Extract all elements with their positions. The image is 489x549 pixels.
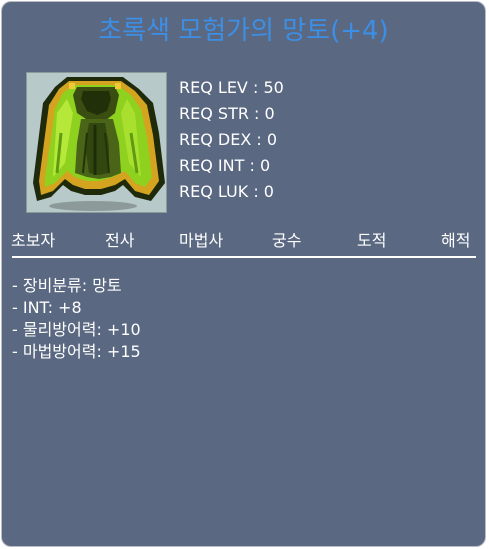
job-warrior: 전사 (105, 231, 135, 250)
item-tooltip: 초록색 모험가의 망토(+4) REQ LEV: 50 REQ STR: 0… (1, 1, 486, 547)
stat-category: - 장비분류: 망토 (12, 276, 122, 295)
job-beginner: 초보자 (11, 231, 56, 250)
req-luk-label: REQ LUK (179, 182, 249, 201)
req-int-label: REQ INT (179, 156, 245, 175)
req-int: REQ INT : 0 (179, 156, 271, 175)
req-luk: REQ LUK : 0 (179, 182, 274, 201)
job-pirate: 해적 (441, 231, 471, 250)
req-str-label: REQ STR (179, 104, 249, 123)
req-dex: REQ DEX : 0 (179, 130, 278, 149)
stat-physical-defense: - 물리방어력: +10 (12, 320, 141, 339)
green-cape-icon (33, 77, 165, 211)
req-level: REQ LEV : 50 (179, 78, 284, 97)
stat-magic-defense: - 마법방어력: +15 (12, 342, 141, 361)
stat-int: - INT: +8 (12, 298, 82, 317)
req-int-value: 0 (259, 156, 271, 175)
job-bowman: 궁수 (272, 231, 302, 250)
req-level-value: 50 (263, 78, 284, 97)
stats-list: - 장비분류: 망토 - INT: +8 - 물리방어력: +10 - 마법방어… (12, 275, 141, 363)
req-luk-value: 0 (263, 182, 274, 201)
req-str-value: 0 (264, 104, 275, 123)
job-magician: 마법사 (179, 231, 224, 250)
req-dex-value: 0 (266, 130, 278, 149)
job-thief: 도적 (357, 231, 387, 250)
item-icon-frame (26, 72, 167, 213)
req-str: REQ STR : 0 (179, 104, 275, 123)
job-list: 초보자 전사 마법사 궁수 도적 해적 (2, 227, 485, 255)
requirements-list: REQ LEV : 50 REQ STR : 0 REQ DEX : 0 REQ… (179, 75, 284, 205)
req-level-label: REQ LEV (179, 78, 248, 97)
divider (12, 256, 476, 258)
req-dex-label: REQ DEX (179, 130, 252, 149)
item-name: 초록색 모험가의 망토(+4) (98, 16, 389, 46)
